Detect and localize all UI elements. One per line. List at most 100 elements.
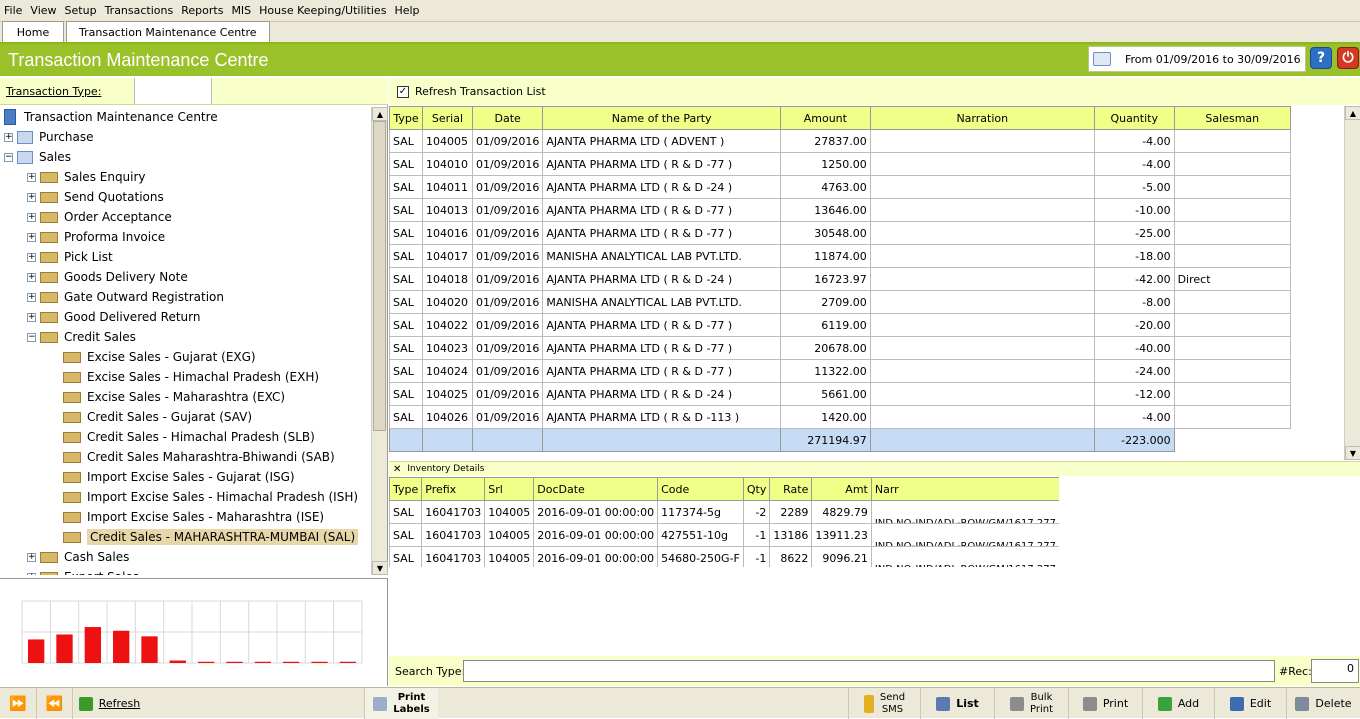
- menu-mis[interactable]: MIS: [227, 4, 255, 17]
- tree-node[interactable]: + Order Acceptance: [27, 207, 172, 227]
- tree-scrollbar[interactable]: ▲ ▼: [371, 107, 388, 575]
- expand-icon[interactable]: +: [27, 272, 36, 282]
- print-button[interactable]: Print: [1068, 688, 1142, 719]
- table-cell[interactable]: 16723.97: [779, 267, 871, 291]
- table-cell[interactable]: 104010: [421, 152, 473, 176]
- tree-node[interactable]: Credit Sales Maharashtra-Bhiwandi (SAB): [50, 447, 335, 467]
- tree-node[interactable]: Credit Sales - MAHARASHTRA-MUMBAI (SAL): [50, 527, 359, 547]
- table-cell[interactable]: AJANTA PHARMA LTD ( R & D -77 ): [542, 313, 781, 337]
- table-cell[interactable]: -4.00: [1093, 405, 1175, 429]
- table-cell[interactable]: 01/09/2016: [471, 382, 544, 406]
- table-cell[interactable]: 16041703: [421, 546, 486, 567]
- table-cell[interactable]: [1173, 129, 1292, 153]
- table-row[interactable]: SAL 104023 01/09/2016 AJANTA PHARMA LTD ( R…: [389, 336, 1292, 360]
- table-row[interactable]: SAL 104026 01/09/2016 AJANTA PHARMA LTD ( R…: [389, 405, 1292, 429]
- collapse-icon[interactable]: −: [4, 152, 13, 162]
- table-cell[interactable]: 8622: [769, 546, 813, 567]
- column-header[interactable]: Salesman: [1173, 106, 1292, 130]
- table-cell[interactable]: 6119.00: [779, 313, 871, 337]
- table-row[interactable]: SAL 104024 01/09/2016 AJANTA PHARMA LTD ( R…: [389, 359, 1292, 383]
- tree-node[interactable]: + Purchase: [4, 127, 94, 147]
- expand-icon[interactable]: +: [27, 192, 36, 202]
- table-cell[interactable]: [869, 267, 1095, 291]
- table-cell[interactable]: SAL: [389, 546, 423, 567]
- table-cell[interactable]: [1173, 336, 1292, 360]
- table-cell[interactable]: SAL: [389, 405, 423, 429]
- table-cell[interactable]: 01/09/2016: [471, 267, 544, 291]
- column-header[interactable]: DocDate: [533, 477, 659, 501]
- expand-icon[interactable]: +: [27, 172, 36, 182]
- column-header[interactable]: Quantity: [1093, 106, 1175, 130]
- scroll-up-icon[interactable]: ▲: [372, 107, 388, 121]
- table-cell[interactable]: [1173, 175, 1292, 199]
- table-cell[interactable]: 16041703: [421, 523, 486, 547]
- column-header[interactable]: Prefix: [421, 477, 486, 501]
- table-cell[interactable]: -20.00: [1093, 313, 1175, 337]
- table-row[interactable]: SAL 16041703 104005 2016-09-01 00:00:00 5468…: [389, 546, 1059, 567]
- table-cell[interactable]: [1173, 152, 1292, 176]
- table-cell[interactable]: [869, 198, 1095, 222]
- table-row[interactable]: SAL 16041703 104005 2016-09-01 00:00:00 4275…: [389, 523, 1059, 547]
- table-row[interactable]: SAL 16041703 104005 2016-09-01 00:00:00 1173…: [389, 500, 1059, 524]
- tree-node[interactable]: Credit Sales - Gujarat (SAV): [50, 407, 252, 427]
- table-cell[interactable]: AJANTA PHARMA LTD ( ADVENT ): [542, 129, 781, 153]
- table-cell[interactable]: 104017: [421, 244, 473, 268]
- expand-icon[interactable]: +: [27, 232, 36, 242]
- table-cell[interactable]: AJANTA PHARMA LTD ( R & D -24 ): [542, 382, 781, 406]
- search-input[interactable]: [463, 660, 1275, 682]
- scroll-thumb[interactable]: [373, 121, 386, 431]
- table-cell[interactable]: [1173, 290, 1292, 314]
- table-row[interactable]: SAL 104022 01/09/2016 AJANTA PHARMA LTD ( R…: [389, 313, 1292, 337]
- tree-node[interactable]: Transaction Maintenance Centre: [4, 107, 218, 127]
- collapse-icon[interactable]: −: [27, 332, 36, 342]
- table-cell[interactable]: AJANTA PHARMA LTD ( R & D -77 ): [542, 198, 781, 222]
- table-cell[interactable]: AJANTA PHARMA LTD ( R & D -77 ): [542, 221, 781, 245]
- menu-reports[interactable]: Reports: [177, 4, 227, 17]
- table-cell[interactable]: 2709.00: [779, 290, 871, 314]
- tree-node[interactable]: + Send Quotations: [27, 187, 164, 207]
- table-cell[interactable]: MANISHA ANALYTICAL LAB PVT.LTD.: [542, 290, 781, 314]
- expand-icon[interactable]: +: [27, 252, 36, 262]
- table-cell[interactable]: 2016-09-01 00:00:00: [533, 523, 659, 547]
- table-cell[interactable]: Direct: [1173, 267, 1292, 291]
- column-header[interactable]: Serial: [421, 106, 473, 130]
- table-cell[interactable]: 01/09/2016: [471, 359, 544, 383]
- tree-node[interactable]: + Gate Outward Registration: [27, 287, 224, 307]
- table-cell[interactable]: SAL: [389, 290, 423, 314]
- help-icon[interactable]: ?: [1310, 47, 1332, 69]
- edit-button[interactable]: Edit: [1214, 688, 1286, 719]
- first-record-button[interactable]: ⏩: [0, 688, 36, 719]
- table-cell[interactable]: 11874.00: [779, 244, 871, 268]
- table-row[interactable]: SAL 104005 01/09/2016 AJANTA PHARMA LTD ( A…: [389, 129, 1292, 153]
- table-cell[interactable]: AJANTA PHARMA LTD ( R & D -113 ): [542, 405, 781, 429]
- table-cell[interactable]: 01/09/2016: [471, 175, 544, 199]
- send-sms-button[interactable]: Send SMS: [848, 688, 920, 719]
- tree-node[interactable]: + Sales Enquiry: [27, 167, 146, 187]
- menu-file[interactable]: File: [0, 4, 26, 17]
- table-cell[interactable]: [869, 175, 1095, 199]
- table-cell[interactable]: 01/09/2016: [471, 152, 544, 176]
- menu-house-keeping-utilities[interactable]: House Keeping/Utilities: [255, 4, 390, 17]
- table-cell[interactable]: -4.00: [1093, 152, 1175, 176]
- table-cell[interactable]: 104005: [484, 500, 535, 524]
- menu-view[interactable]: View: [26, 4, 60, 17]
- table-cell[interactable]: 13911.23: [811, 523, 872, 547]
- table-cell[interactable]: MANISHA ANALYTICAL LAB PVT.LTD.: [542, 244, 781, 268]
- tree-node[interactable]: Import Excise Sales - Gujarat (ISG): [50, 467, 295, 487]
- table-cell[interactable]: SAL: [389, 267, 423, 291]
- column-header[interactable]: Type: [389, 106, 423, 130]
- print-labels-button[interactable]: Print Labels: [364, 688, 438, 719]
- table-cell[interactable]: 104016: [421, 221, 473, 245]
- table-cell[interactable]: AJANTA PHARMA LTD ( R & D -77 ): [542, 152, 781, 176]
- tree-node[interactable]: + Export Sales: [27, 567, 139, 575]
- grid-scrollbar[interactable]: ▲ ▼: [1344, 106, 1360, 460]
- column-header[interactable]: Date: [471, 106, 544, 130]
- menu-transactions[interactable]: Transactions: [101, 4, 178, 17]
- table-cell[interactable]: [869, 336, 1095, 360]
- table-cell[interactable]: SAL: [389, 244, 423, 268]
- table-cell[interactable]: 2016-09-01 00:00:00: [533, 546, 659, 567]
- table-cell[interactable]: 104026: [421, 405, 473, 429]
- table-cell[interactable]: -12.00: [1093, 382, 1175, 406]
- table-row[interactable]: SAL 104020 01/09/2016 MANISHA ANALYTICAL LA…: [389, 290, 1292, 314]
- tree-node[interactable]: Excise Sales - Maharashtra (EXC): [50, 387, 285, 407]
